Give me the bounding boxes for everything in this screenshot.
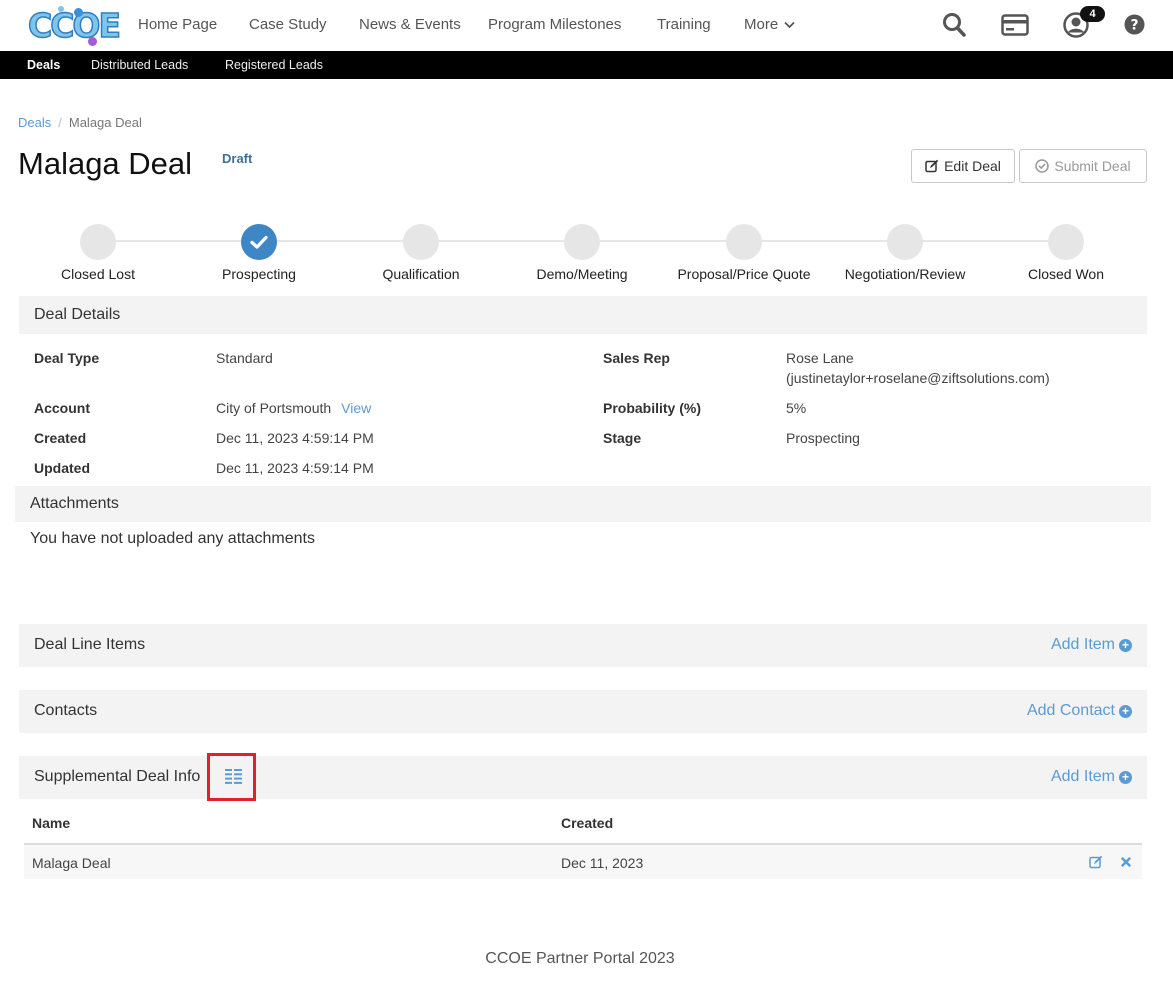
account-label: Account xyxy=(34,400,90,416)
stage-proposal-price-quote[interactable]: Proposal/Price Quote xyxy=(669,224,819,282)
probability-label: Probability (%) xyxy=(603,400,702,416)
plus-circle-icon: + xyxy=(1119,770,1132,784)
add-supplemental-item-label: Add Item xyxy=(1050,768,1115,785)
stage-label: Prospecting xyxy=(222,266,296,282)
plus-circle-icon: + xyxy=(1119,638,1132,652)
stage-prospecting[interactable]: Prospecting xyxy=(184,224,334,282)
deal-line-items-title: Deal Line Items xyxy=(34,636,146,653)
deal-details-header: Deal Details xyxy=(19,296,1147,334)
stage-label: Closed Lost xyxy=(61,266,135,282)
help-icon[interactable]: ? xyxy=(1124,14,1145,35)
submit-deal-label: Submit Deal xyxy=(1054,158,1131,174)
attachments-empty-text: You have not uploaded any attachments xyxy=(30,530,315,547)
nav-more[interactable]: More xyxy=(744,16,795,33)
footer-text: CCOE Partner Portal 2023 xyxy=(485,950,675,967)
plus-circle-icon: + xyxy=(1119,704,1132,718)
updated-value: Dec 11, 2023 4:59:14 PM xyxy=(216,460,374,476)
add-supplemental-item-button[interactable]: Add Item + xyxy=(1051,768,1132,786)
page-title: Malaga Deal xyxy=(18,146,193,181)
checkmark-icon xyxy=(250,235,268,249)
deal-line-items-header: Deal Line Items Add Item + xyxy=(19,624,1147,667)
stage-circle xyxy=(403,224,439,260)
add-contact-button[interactable]: Add Contact + xyxy=(1027,702,1132,720)
row-created: Dec 11, 2023 xyxy=(561,855,644,871)
nav-program-milestones[interactable]: Program Milestones xyxy=(488,16,621,33)
deal-details-title: Deal Details xyxy=(34,306,121,323)
stage-circle xyxy=(80,224,116,260)
sub-navbar: Deals Distributed Leads Registered Leads xyxy=(0,51,1173,79)
breadcrumb-deals[interactable]: Deals xyxy=(18,115,51,130)
account-view-link[interactable]: View xyxy=(341,400,371,416)
stage-field-label: Stage xyxy=(603,430,642,446)
attachments-header: Attachments xyxy=(15,486,1151,522)
stage-label: Demo/Meeting xyxy=(536,266,628,282)
nav-case-study[interactable]: Case Study xyxy=(249,16,327,33)
stage-qualification[interactable]: Qualification xyxy=(346,224,496,282)
attachments-title: Attachments xyxy=(30,495,119,512)
stage-label: Negotiation/Review xyxy=(844,266,966,282)
edit-deal-label: Edit Deal xyxy=(944,158,1001,174)
add-line-item-label: Add Item xyxy=(1050,636,1115,653)
updated-label: Updated xyxy=(34,460,90,476)
column-header-name: Name xyxy=(32,815,71,831)
stage-circle xyxy=(241,224,277,260)
stage-negotiation-review[interactable]: Negotiation/Review xyxy=(830,224,980,282)
check-circle-icon xyxy=(1035,159,1050,173)
supplemental-title: Supplemental Deal Info xyxy=(34,768,201,785)
sales-rep-email: (justinetaylor+roselane@ziftsolutions.co… xyxy=(786,370,1050,386)
stage-label: Closed Won xyxy=(1027,266,1104,282)
submit-deal-button[interactable]: Submit Deal xyxy=(1019,149,1147,183)
stage-circle xyxy=(887,224,923,260)
stage-field-value: Prospecting xyxy=(786,430,860,446)
credit-card-icon[interactable] xyxy=(1001,14,1029,36)
nav-news-events[interactable]: News & Events xyxy=(359,16,461,33)
stage-closed-lost[interactable]: Closed Lost xyxy=(23,224,173,282)
account-name: City of Portsmouth xyxy=(216,400,332,416)
created-value: Dec 11, 2023 4:59:14 PM xyxy=(216,430,374,446)
contacts-title: Contacts xyxy=(34,702,98,719)
deal-type-value: Standard xyxy=(216,350,273,366)
chevron-down-icon xyxy=(784,21,795,29)
stage-circle xyxy=(1048,224,1084,260)
nav-home-page[interactable]: Home Page xyxy=(138,16,217,33)
edit-icon xyxy=(925,159,939,173)
search-icon[interactable] xyxy=(942,12,966,38)
stage-circle xyxy=(564,224,600,260)
table-row: Malaga Deal Dec 11, 2023 xyxy=(24,843,1142,879)
breadcrumb: Deals / Malaga Deal xyxy=(18,115,142,130)
supplemental-header: Supplemental Deal Info Add Item + xyxy=(19,756,1147,799)
subnav-distributed-leads[interactable]: Distributed Leads xyxy=(91,58,188,72)
stage-label: Proposal/Price Quote xyxy=(677,266,811,282)
notification-badge: 4 xyxy=(1080,6,1105,22)
created-label: Created xyxy=(34,430,87,446)
deal-type-label: Deal Type xyxy=(34,350,100,366)
status-badge: Draft xyxy=(222,151,253,166)
edit-deal-button[interactable]: Edit Deal xyxy=(911,149,1015,183)
sales-rep-name: Rose Lane xyxy=(786,350,854,366)
column-header-created: Created xyxy=(561,815,614,831)
highlight-box xyxy=(207,753,256,801)
contacts-header: Contacts Add Contact + xyxy=(19,690,1147,733)
account-value: City of Portsmouth View xyxy=(216,400,371,416)
nav-more-label: More xyxy=(744,16,779,33)
ccoe-logo[interactable]: CCOE xyxy=(27,5,122,46)
subnav-registered-leads[interactable]: Registered Leads xyxy=(225,58,323,72)
sales-rep-label: Sales Rep xyxy=(603,350,670,366)
top-navbar: CCOE Home Page Case Study News & Events … xyxy=(0,0,1173,51)
probability-value: 5% xyxy=(786,400,807,416)
svg-text:?: ? xyxy=(1130,18,1138,34)
stage-demo-meeting[interactable]: Demo/Meeting xyxy=(507,224,657,282)
stage-label: Qualification xyxy=(382,266,460,282)
nav-training[interactable]: Training xyxy=(657,16,711,33)
breadcrumb-current: Malaga Deal xyxy=(68,115,142,130)
subnav-deals[interactable]: Deals xyxy=(27,58,60,72)
row-name: Malaga Deal xyxy=(32,855,111,871)
edit-icon[interactable] xyxy=(1089,855,1103,869)
stage-circle xyxy=(726,224,762,260)
add-line-item-button[interactable]: Add Item + xyxy=(1051,636,1132,654)
add-contact-label: Add Contact xyxy=(1026,702,1115,719)
delete-icon[interactable] xyxy=(1121,857,1131,867)
stage-closed-won[interactable]: Closed Won xyxy=(991,224,1141,282)
